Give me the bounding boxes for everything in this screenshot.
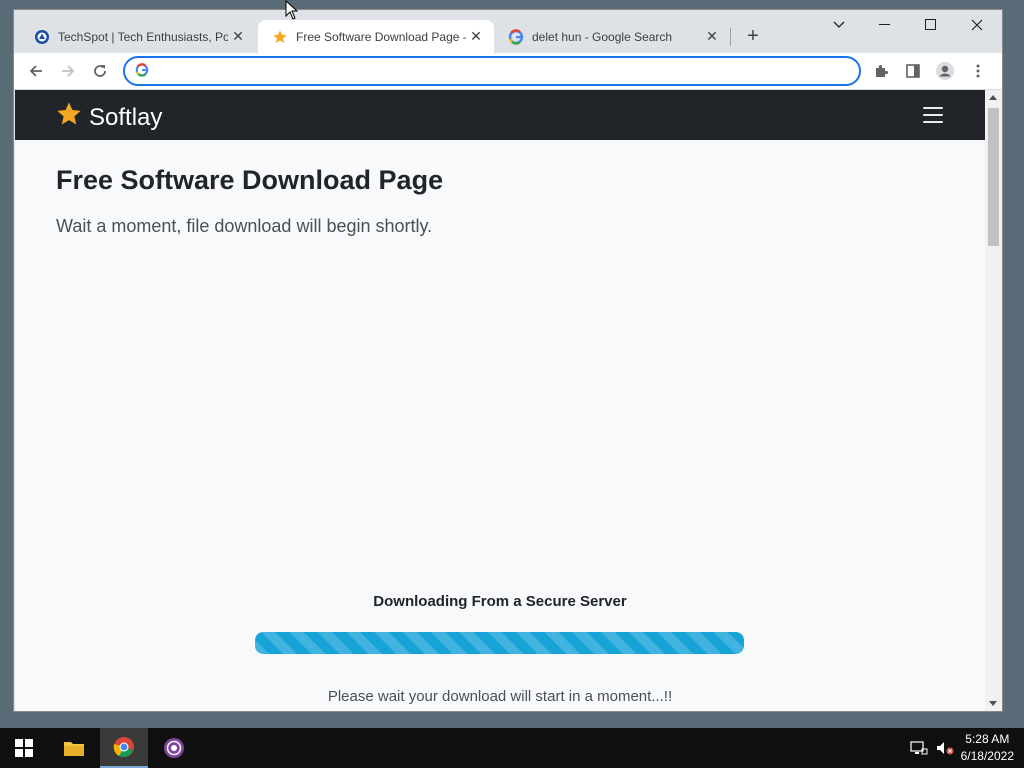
arrow-right-icon	[62, 65, 75, 77]
side-panel-button[interactable]	[901, 59, 925, 83]
avatar-icon	[936, 62, 954, 80]
profile-button[interactable]	[933, 59, 957, 83]
kebab-menu-icon	[976, 64, 980, 78]
chrome-icon	[113, 737, 134, 758]
address-input[interactable]	[159, 61, 843, 83]
address-bar[interactable]	[123, 56, 861, 86]
close-icon[interactable]: ✕	[228, 27, 248, 47]
scrollbar-thumb[interactable]	[988, 108, 999, 246]
star-icon	[55, 100, 83, 135]
browser-window: TechSpot | Tech Enthusiasts, Pow ✕ Free …	[14, 10, 1002, 711]
taskbar: 5:28 AM 6/18/2022	[0, 728, 1024, 768]
chevron-down-icon	[833, 21, 845, 28]
tab-search-button[interactable]	[816, 10, 862, 40]
tab-techspot[interactable]: TechSpot | Tech Enthusiasts, Pow ✕	[20, 20, 256, 53]
arrow-left-icon	[29, 65, 42, 77]
brand-name: Softlay	[89, 103, 163, 131]
progress-fill	[255, 632, 744, 654]
tab-strip: TechSpot | Tech Enthusiasts, Pow ✕ Free …	[14, 10, 1002, 53]
folder-icon	[64, 742, 84, 756]
tor-icon	[164, 738, 184, 758]
download-progress-bar	[255, 632, 744, 654]
taskbar-clock[interactable]: 5:28 AM 6/18/2022	[961, 731, 1014, 765]
tab-separator	[730, 28, 731, 46]
network-icon[interactable]	[910, 740, 928, 756]
forward-button[interactable]	[56, 59, 80, 83]
google-icon	[135, 63, 149, 82]
start-button[interactable]	[0, 728, 48, 768]
mouse-cursor-icon	[285, 0, 299, 25]
side-panel-icon	[906, 64, 920, 78]
chrome-taskbar-button[interactable]	[100, 728, 148, 768]
maximize-icon	[925, 19, 936, 30]
tab-title: delet hun - Google Search	[532, 29, 673, 44]
close-icon[interactable]: ✕	[702, 27, 722, 47]
close-icon[interactable]: ✕	[466, 27, 486, 47]
tab-title: TechSpot | Tech Enthusiasts, Pow	[58, 29, 228, 44]
tor-browser-button[interactable]	[150, 728, 198, 768]
tab-google-search[interactable]: delet hun - Google Search ✕	[494, 20, 730, 53]
scroll-up-icon[interactable]	[989, 95, 997, 100]
google-icon	[508, 28, 524, 45]
download-note: Please wait your download will start in …	[327, 688, 673, 705]
minimize-button[interactable]	[862, 10, 908, 40]
tab-title: Free Software Download Page -	[296, 29, 466, 44]
clock-time: 5:28 AM	[965, 732, 1010, 746]
close-icon	[971, 19, 983, 31]
reload-icon	[94, 65, 106, 77]
star-icon	[272, 29, 288, 45]
close-window-button[interactable]	[954, 10, 1000, 40]
page-title: Free Software Download Page	[56, 165, 444, 195]
reload-button[interactable]	[88, 59, 112, 83]
scroll-down-icon[interactable]	[989, 701, 997, 706]
puzzle-icon	[876, 65, 888, 77]
browser-toolbar	[14, 53, 1002, 90]
site-brand[interactable]: Softlay	[55, 100, 162, 135]
file-explorer-button[interactable]	[50, 728, 98, 768]
hamburger-menu-icon[interactable]	[923, 107, 943, 123]
web-page: Softlay Free Software Download Page Wait…	[15, 90, 985, 711]
extensions-button[interactable]	[869, 59, 893, 83]
page-lead-text: Wait a moment, file download will begin …	[56, 216, 433, 236]
clock-date: 6/18/2022	[960, 749, 1014, 763]
page-scrollbar[interactable]	[985, 90, 1002, 711]
windows-icon	[15, 739, 33, 757]
techspot-icon	[34, 29, 50, 45]
volume-muted-icon[interactable]	[936, 740, 954, 756]
download-title: Downloading From a Secure Server	[373, 593, 627, 610]
maximize-button[interactable]	[908, 10, 954, 40]
minimize-icon	[879, 24, 890, 25]
new-tab-button[interactable]: +	[741, 24, 765, 48]
system-tray	[910, 728, 954, 768]
menu-button[interactable]	[966, 59, 990, 83]
back-button[interactable]	[24, 59, 48, 83]
site-navbar: Softlay	[15, 90, 985, 140]
